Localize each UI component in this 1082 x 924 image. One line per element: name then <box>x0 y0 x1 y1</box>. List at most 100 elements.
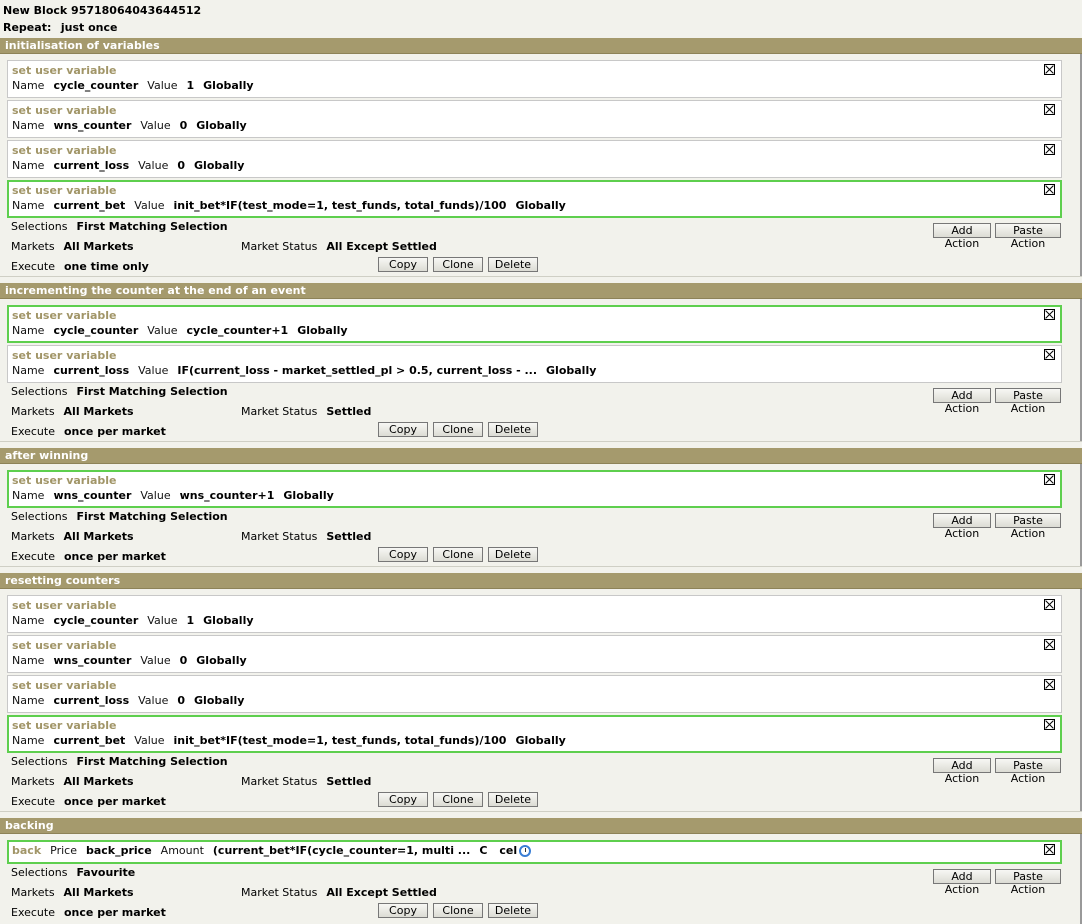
section-header[interactable]: backing <box>0 818 1082 834</box>
add-action-button[interactable]: Add Action <box>933 223 991 250</box>
paste-action-button[interactable]: Paste Action <box>995 758 1061 785</box>
selections-label: Selections <box>11 385 68 398</box>
clone-button[interactable]: Clone <box>433 792 483 807</box>
remove-action-icon[interactable] <box>1044 184 1055 195</box>
delete-button[interactable]: Delete <box>488 422 538 437</box>
paste-action-button[interactable]: Paste Action <box>995 388 1061 415</box>
markets-row: Markets All Markets <box>11 530 134 543</box>
clock-icon[interactable] <box>519 845 532 857</box>
clone-button[interactable]: Clone <box>433 422 483 437</box>
markets-value[interactable]: All Markets <box>64 240 134 253</box>
name-label: Name <box>12 654 45 667</box>
remove-action-icon[interactable] <box>1044 474 1055 485</box>
delete-button[interactable]: Delete <box>488 903 538 918</box>
action-card-selected[interactable]: set user variable Name current_bet Value in… <box>7 180 1062 218</box>
market-status-value[interactable]: Settled <box>326 775 371 788</box>
markets-value[interactable]: All Markets <box>64 775 134 788</box>
market-status-value[interactable]: All Except Settled <box>326 886 436 899</box>
remove-action-icon[interactable] <box>1044 679 1055 690</box>
value-label: Value <box>140 489 171 502</box>
action-card[interactable]: set user variable Name cycle_counter Value… <box>7 60 1062 98</box>
add-action-button[interactable]: Add Action <box>933 513 991 540</box>
paste-action-button[interactable]: Paste Action <box>995 513 1061 540</box>
remove-action-icon[interactable] <box>1044 104 1055 115</box>
remove-action-icon[interactable] <box>1044 309 1055 320</box>
execute-label: Execute <box>11 425 55 438</box>
markets-row: Markets All Markets <box>11 886 134 899</box>
market-status-value[interactable]: Settled <box>326 530 371 543</box>
execute-value[interactable]: once per market <box>64 906 166 919</box>
execute-value[interactable]: once per market <box>64 795 166 808</box>
copy-button[interactable]: Copy <box>378 547 428 562</box>
remove-action-icon[interactable] <box>1044 639 1055 650</box>
markets-value[interactable]: All Markets <box>64 405 134 418</box>
action-card[interactable]: set user variable Name cycle_counter Value… <box>7 595 1062 633</box>
action-card-selected[interactable]: set user variable Name current_bet Value in… <box>7 715 1062 753</box>
add-action-button[interactable]: Add Action <box>933 758 991 785</box>
selections-value[interactable]: Favourite <box>76 866 135 879</box>
market-status-value[interactable]: Settled <box>326 405 371 418</box>
variable-name: current_loss <box>53 694 130 707</box>
variable-name: current_loss <box>53 364 130 377</box>
remove-action-icon[interactable] <box>1044 599 1055 610</box>
market-status-row: Market Status All Except Settled <box>241 886 437 899</box>
clone-button[interactable]: Clone <box>433 547 483 562</box>
markets-value[interactable]: All Markets <box>64 530 134 543</box>
paste-action-button[interactable]: Paste Action <box>995 869 1061 896</box>
name-label: Name <box>12 79 45 92</box>
action-card[interactable]: set user variable Name current_loss Value I… <box>7 345 1062 383</box>
execute-row: Execute once per market <box>11 795 166 808</box>
cancel-tail: cel <box>499 844 518 857</box>
clone-button[interactable]: Clone <box>433 903 483 918</box>
paste-action-button[interactable]: Paste Action <box>995 223 1061 250</box>
action-card-selected[interactable]: set user variable Name cycle_counter Value… <box>7 305 1062 343</box>
remove-action-icon[interactable] <box>1044 844 1055 855</box>
action-card[interactable]: set user variable Name current_loss Value 0… <box>7 140 1062 178</box>
markets-value[interactable]: All Markets <box>64 886 134 899</box>
copy-button[interactable]: Copy <box>378 257 428 272</box>
delete-button[interactable]: Delete <box>488 547 538 562</box>
execute-value[interactable]: once per market <box>64 550 166 563</box>
market-status-value[interactable]: All Except Settled <box>326 240 436 253</box>
selections-value[interactable]: First Matching Selection <box>76 385 227 398</box>
section-header[interactable]: resetting counters <box>0 573 1082 589</box>
delete-button[interactable]: Delete <box>488 792 538 807</box>
copy-button[interactable]: Copy <box>378 422 428 437</box>
section-header[interactable]: after winning <box>0 448 1082 464</box>
variable-value: wns_counter+1 <box>179 489 275 502</box>
selections-value[interactable]: First Matching Selection <box>76 755 227 768</box>
delete-button[interactable]: Delete <box>488 257 538 272</box>
section-header[interactable]: incrementing the counter at the end of a… <box>0 283 1082 299</box>
action-card[interactable]: set user variable Name current_loss Value 0… <box>7 675 1062 713</box>
remove-action-icon[interactable] <box>1044 144 1055 155</box>
action-card-selected[interactable]: back Price back_price Amount (current_bet*IF… <box>7 840 1062 864</box>
action-card[interactable]: set user variable Name wns_counter Value 0 G… <box>7 635 1062 673</box>
execute-value[interactable]: one time only <box>64 260 149 273</box>
value-label: Value <box>134 734 165 747</box>
action-card-selected[interactable]: set user variable Name wns_counter Value wn… <box>7 470 1062 508</box>
section-header[interactable]: initialisation of variables <box>0 38 1082 54</box>
action-card[interactable]: set user variable Name wns_counter Value 0 G… <box>7 100 1062 138</box>
clone-button[interactable]: Clone <box>433 257 483 272</box>
variable-name: wns_counter <box>53 119 132 132</box>
variable-scope: Globally <box>297 324 348 337</box>
selections-label: Selections <box>11 866 68 879</box>
copy-button[interactable]: Copy <box>378 903 428 918</box>
selections-value[interactable]: First Matching Selection <box>76 510 227 523</box>
add-action-button[interactable]: Add Action <box>933 869 991 896</box>
variable-name: cycle_counter <box>53 614 139 627</box>
selections-row: Selections First Matching Selection <box>11 510 228 523</box>
market-status-row: Market Status All Except Settled <box>241 240 437 253</box>
variable-value: 0 <box>179 654 188 667</box>
remove-action-icon[interactable] <box>1044 719 1055 730</box>
execute-label: Execute <box>11 260 55 273</box>
add-action-button[interactable]: Add Action <box>933 388 991 415</box>
execute-value[interactable]: once per market <box>64 425 166 438</box>
variable-value: 0 <box>177 159 186 172</box>
remove-action-icon[interactable] <box>1044 64 1055 75</box>
repeat-value[interactable]: just once <box>61 21 118 34</box>
market-status-row: Market Status Settled <box>241 405 371 418</box>
remove-action-icon[interactable] <box>1044 349 1055 360</box>
selections-value[interactable]: First Matching Selection <box>76 220 227 233</box>
copy-button[interactable]: Copy <box>378 792 428 807</box>
